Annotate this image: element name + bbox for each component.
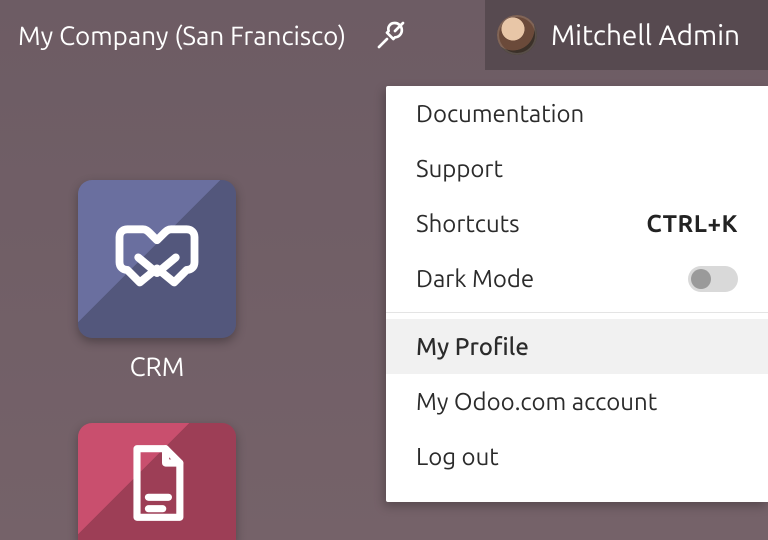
darkmode-toggle[interactable] (688, 266, 738, 292)
topbar: My Company (San Francisco) Mitchell Admi… (0, 0, 768, 70)
user-menu-trigger[interactable]: Mitchell Admin (485, 0, 768, 70)
menu-item-support[interactable]: Support (386, 141, 768, 196)
company-name[interactable]: My Company (San Francisco) (0, 21, 370, 50)
menu-item-documentation[interactable]: Documentation (386, 86, 768, 141)
shortcut-key: CTRL+K (646, 210, 738, 237)
tools-icon[interactable] (374, 18, 408, 52)
menu-item-shortcuts[interactable]: Shortcuts CTRL+K (386, 196, 768, 251)
menu-item-darkmode[interactable]: Dark Mode (386, 251, 768, 306)
menu-item-label: My Odoo.com account (416, 388, 657, 415)
menu-item-odoo-account[interactable]: My Odoo.com account (386, 374, 768, 429)
user-avatar (497, 15, 537, 55)
menu-item-label: Log out (416, 443, 499, 470)
app-tile-documents[interactable] (78, 423, 236, 540)
menu-item-logout[interactable]: Log out (386, 429, 768, 484)
menu-item-label: Support (416, 155, 503, 182)
app-grid: CRM (78, 180, 236, 540)
app-tile-crm[interactable] (78, 180, 236, 338)
user-name: Mitchell Admin (551, 20, 740, 51)
menu-item-label: My Profile (416, 333, 529, 360)
menu-item-label: Shortcuts (416, 210, 520, 237)
menu-item-label: Documentation (416, 100, 584, 127)
app-label-crm: CRM (130, 352, 185, 381)
user-dropdown: Documentation Support Shortcuts CTRL+K D… (386, 86, 768, 502)
menu-divider (386, 312, 768, 313)
menu-item-my-profile[interactable]: My Profile (386, 319, 768, 374)
menu-item-label: Dark Mode (416, 265, 534, 292)
